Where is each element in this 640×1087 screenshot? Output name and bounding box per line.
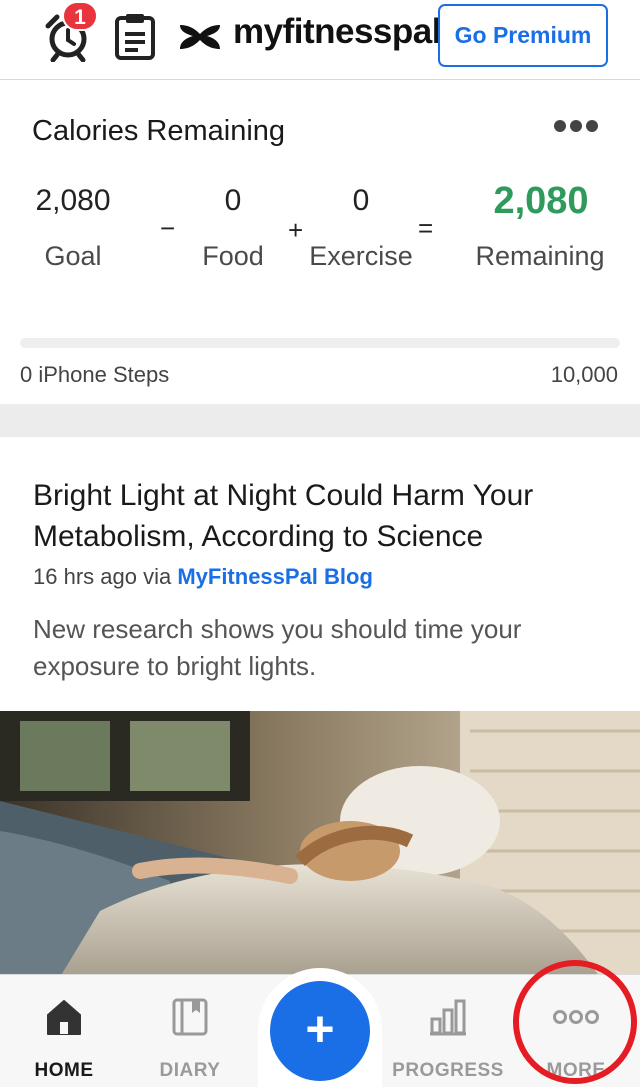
steps-goal: 10,000 xyxy=(550,362,618,387)
exercise-value: 0 xyxy=(352,184,370,217)
nav-progress-label: PROGRESS xyxy=(392,1060,504,1081)
plus-operator: + xyxy=(288,215,304,245)
food-label: Food xyxy=(202,241,264,271)
under-armour-logo xyxy=(176,22,224,52)
remaining-value: 2,080 xyxy=(493,180,589,222)
section-divider xyxy=(0,404,640,437)
go-premium-button[interactable]: Go Premium xyxy=(438,4,608,67)
add-entry-button[interactable]: + xyxy=(270,981,370,1081)
article-title[interactable]: Bright Light at Night Could Harm Your Me… xyxy=(33,475,613,557)
article-description: New research shows you should time your … xyxy=(33,614,522,681)
goal-value: 2,080 xyxy=(35,184,111,217)
article-meta: 16 hrs ago via MyFitnessPal Blog xyxy=(33,564,373,590)
nav-home-label: HOME xyxy=(34,1060,94,1081)
article-time: 16 hrs ago via xyxy=(33,564,178,589)
clipboard-icon[interactable] xyxy=(114,12,156,60)
nav-progress[interactable]: PROGRESS xyxy=(386,975,510,1087)
progress-chart-icon xyxy=(428,997,468,1042)
blog-article-card[interactable]: Bright Light at Night Could Harm Your Me… xyxy=(0,437,640,977)
nav-diary-label: DIARY xyxy=(159,1060,221,1081)
brand-wordmark: myfitnesspal xyxy=(233,12,441,51)
diary-book-icon xyxy=(170,997,210,1042)
steps-progress-bar xyxy=(20,338,620,348)
goal-label: Goal xyxy=(44,241,102,271)
nav-home[interactable]: HOME xyxy=(0,975,128,1087)
home-icon xyxy=(44,997,84,1042)
nav-more-label: MORE xyxy=(546,1060,606,1081)
notification-badge: 1 xyxy=(62,1,98,31)
food-value: 0 xyxy=(224,184,242,217)
more-dots-icon xyxy=(553,1009,599,1030)
equals-operator: = xyxy=(418,213,434,243)
calories-remaining-card[interactable]: Calories Remaining 2,080 Goal − 0 Food +… xyxy=(0,81,640,404)
article-source-link[interactable]: MyFitnessPal Blog xyxy=(177,564,373,589)
minus-operator: − xyxy=(160,213,176,243)
more-options-icon[interactable] xyxy=(554,119,604,133)
article-image[interactable] xyxy=(0,711,640,977)
exercise-label: Exercise xyxy=(309,241,413,271)
card-title: Calories Remaining xyxy=(32,115,286,147)
nav-more[interactable]: MORE xyxy=(514,975,638,1087)
steps-count: 0 iPhone Steps xyxy=(20,362,170,387)
app-header: 1 myfitnesspal Go Premium xyxy=(0,0,640,80)
nav-diary[interactable]: DIARY xyxy=(128,975,252,1087)
remaining-label: Remaining xyxy=(475,241,605,271)
